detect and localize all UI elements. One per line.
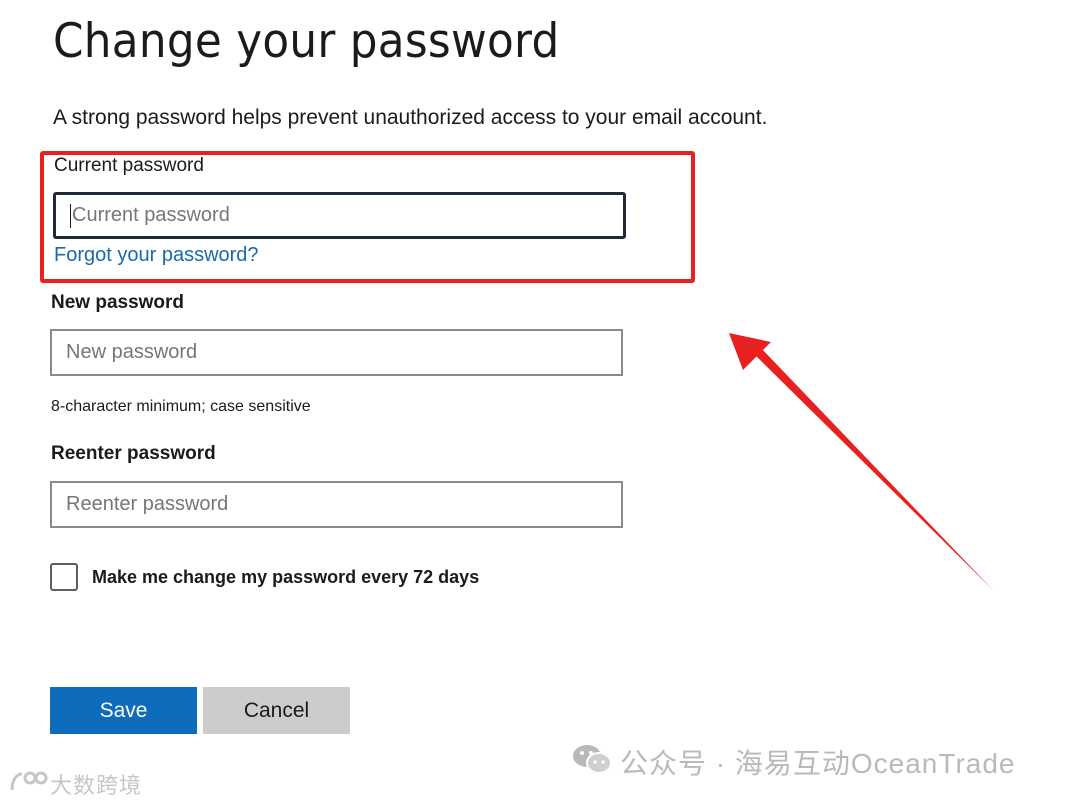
watermark-right: 公众号 · 海易互动OceanTrade <box>620 748 1016 779</box>
watermark-logo-icon <box>10 771 48 791</box>
watermark-left: 大数跨境 <box>50 773 143 798</box>
annotation-arrow <box>729 333 993 590</box>
wechat-icon <box>573 745 612 774</box>
arrow-shaft <box>752 346 993 590</box>
